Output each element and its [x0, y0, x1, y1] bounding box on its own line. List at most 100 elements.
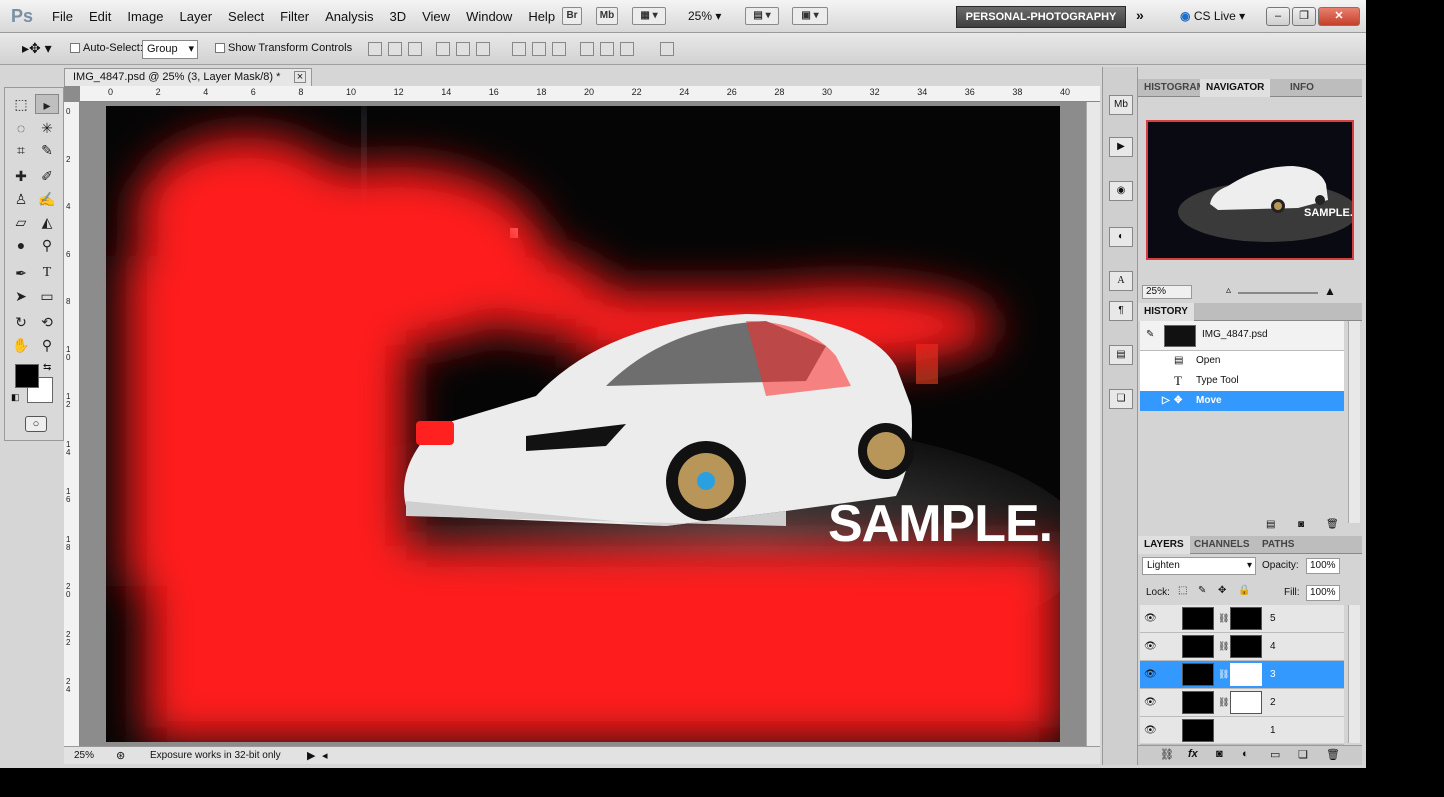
visibility-eye-icon[interactable]: 👁: [1144, 697, 1157, 708]
tab-channels[interactable]: CHANNELS: [1188, 536, 1256, 554]
mini-bridge-button[interactable]: Mb: [596, 7, 618, 25]
clone-stamp-tool-icon[interactable]: ♙: [9, 189, 33, 209]
tab-history[interactable]: HISTORY: [1138, 303, 1194, 321]
lock-pixels-icon[interactable]: ✎: [1198, 585, 1206, 596]
layer-row[interactable]: 👁 ⛓ 2: [1140, 689, 1344, 717]
layer-row[interactable]: 👁 1: [1140, 717, 1344, 745]
lock-all-icon[interactable]: 🔒: [1238, 585, 1250, 596]
zoom-level-dropdown[interactable]: 25% ▾: [688, 9, 721, 23]
animation-panel-icon[interactable]: ▶: [1109, 137, 1133, 157]
lock-transparency-icon[interactable]: ⬚: [1178, 585, 1187, 596]
zoom-in-icon[interactable]: ▲: [1324, 284, 1336, 298]
paragraph-panel-icon[interactable]: ¶: [1109, 301, 1133, 321]
auto-select-checkbox[interactable]: [70, 43, 80, 53]
close-button[interactable]: ✕: [1318, 7, 1360, 26]
3d-orbit-tool-icon[interactable]: ⟲: [35, 312, 59, 332]
history-item-type-tool[interactable]: T Type Tool: [1140, 371, 1344, 391]
menu-view[interactable]: View: [422, 9, 450, 24]
notes-panel-icon[interactable]: ▤: [1109, 345, 1133, 365]
menu-help[interactable]: Help: [528, 9, 555, 24]
align-vcenter-icon[interactable]: [388, 42, 402, 56]
menu-filter[interactable]: Filter: [280, 9, 309, 24]
distribute-vcenter-icon[interactable]: [532, 42, 546, 56]
clone-source-panel-icon[interactable]: ◉: [1109, 181, 1133, 201]
image-canvas[interactable]: SAMPLE.: [106, 106, 1060, 742]
align-bottom-icon[interactable]: [408, 42, 422, 56]
marquee-tool-icon[interactable]: ⬚: [9, 94, 33, 114]
visibility-eye-icon[interactable]: 👁: [1144, 725, 1157, 736]
blur-tool-icon[interactable]: ●: [9, 235, 33, 255]
close-document-icon[interactable]: ×: [294, 71, 306, 83]
restore-button[interactable]: ❐: [1292, 7, 1316, 26]
link-chain-icon[interactable]: ⛓: [1218, 697, 1229, 708]
character-panel-icon[interactable]: A: [1109, 271, 1133, 291]
crop-tool-icon[interactable]: ⌗: [9, 140, 33, 160]
arrange-documents-icon[interactable]: ▤ ▾: [745, 7, 779, 25]
status-info-icon[interactable]: ⊛: [116, 749, 125, 762]
add-mask-icon[interactable]: ◙: [1216, 748, 1223, 760]
workspace-more-icon[interactable]: »: [1136, 7, 1144, 23]
align-top-icon[interactable]: [368, 42, 382, 56]
distribute-hcenter-icon[interactable]: [600, 42, 614, 56]
distribute-bottom-icon[interactable]: [552, 42, 566, 56]
tab-paths[interactable]: PATHS: [1256, 536, 1300, 554]
history-snapshot[interactable]: ✎ IMG_4847.psd: [1140, 321, 1344, 351]
bridge-button[interactable]: Br: [562, 7, 582, 25]
view-extras-icon[interactable]: ▦ ▾: [632, 7, 666, 25]
align-right-icon[interactable]: [476, 42, 490, 56]
scroll-left-icon[interactable]: ◂: [322, 749, 328, 762]
menu-analysis[interactable]: Analysis: [325, 9, 373, 24]
visibility-eye-icon[interactable]: 👁: [1144, 641, 1157, 652]
zoom-out-icon[interactable]: ▵: [1226, 285, 1231, 296]
show-transform-checkbox[interactable]: [215, 43, 225, 53]
menu-file[interactable]: File: [52, 9, 73, 24]
layers-scrollbar[interactable]: [1348, 605, 1360, 743]
3d-rotate-tool-icon[interactable]: ↻: [9, 312, 33, 332]
visibility-eye-icon[interactable]: 👁: [1144, 613, 1157, 624]
quick-selection-tool-icon[interactable]: ✳: [35, 118, 59, 138]
tool-presets-panel-icon[interactable]: ❏: [1109, 389, 1133, 409]
navigator-zoom-field[interactable]: 25%: [1142, 285, 1192, 299]
type-tool-icon[interactable]: T: [35, 263, 59, 283]
path-selection-tool-icon[interactable]: ➤: [9, 286, 33, 306]
adjustments-panel-icon[interactable]: ◐: [1109, 227, 1133, 247]
menu-layer[interactable]: Layer: [180, 9, 213, 24]
navigator-zoom-slider[interactable]: [1238, 292, 1318, 294]
link-chain-icon[interactable]: ⛓: [1218, 641, 1229, 652]
adjustment-layer-icon[interactable]: ◐: [1242, 748, 1249, 760]
layer-style-fx-icon[interactable]: fx: [1188, 748, 1198, 760]
dodge-tool-icon[interactable]: ⚲: [35, 235, 59, 255]
new-layer-icon[interactable]: ❏: [1298, 748, 1308, 761]
layer-row-selected[interactable]: 👁 ⛓ 3: [1140, 661, 1344, 689]
menu-image[interactable]: Image: [127, 9, 163, 24]
quick-mask-icon[interactable]: ○: [25, 416, 47, 432]
default-colors-icon[interactable]: ◧: [11, 392, 20, 403]
zoom-tool-icon[interactable]: ⚲: [35, 335, 59, 355]
healing-brush-tool-icon[interactable]: ✚: [9, 166, 33, 186]
cs-live-menu[interactable]: ◉ CS Live ▾: [1180, 9, 1245, 23]
layer-mask-thumbnail[interactable]: [1230, 691, 1262, 714]
hand-tool-icon[interactable]: ✋: [9, 335, 33, 355]
new-document-from-state-icon[interactable]: ▤: [1266, 519, 1275, 530]
history-item-open[interactable]: ▤ Open: [1140, 351, 1344, 371]
pen-tool-icon[interactable]: ✒: [9, 263, 33, 283]
link-layers-icon[interactable]: ⛓: [1160, 748, 1174, 761]
link-chain-icon[interactable]: ⛓: [1218, 669, 1229, 680]
status-zoom[interactable]: 25%: [74, 750, 94, 761]
distribute-right-icon[interactable]: [620, 42, 634, 56]
link-chain-icon[interactable]: ⛓: [1218, 613, 1229, 624]
distribute-top-icon[interactable]: [512, 42, 526, 56]
opacity-field[interactable]: 100%: [1306, 558, 1340, 574]
auto-select-type-dropdown[interactable]: Group ▾: [142, 40, 198, 59]
align-hcenter-icon[interactable]: [456, 42, 470, 56]
history-scrollbar[interactable]: [1348, 321, 1360, 523]
menu-window[interactable]: Window: [466, 9, 512, 24]
vertical-scrollbar[interactable]: [1086, 102, 1100, 746]
eyedropper-tool-icon[interactable]: ✎: [35, 140, 59, 160]
tab-layers[interactable]: LAYERS: [1138, 536, 1190, 554]
layer-row[interactable]: 👁 ⛓ 5: [1140, 605, 1344, 633]
layer-mask-thumbnail[interactable]: [1230, 635, 1262, 658]
status-menu-arrow-icon[interactable]: ▶: [307, 749, 315, 762]
layer-row[interactable]: 👁 ⛓ 4: [1140, 633, 1344, 661]
move-tool-preset-icon[interactable]: ▸✥ ▾: [22, 40, 52, 57]
